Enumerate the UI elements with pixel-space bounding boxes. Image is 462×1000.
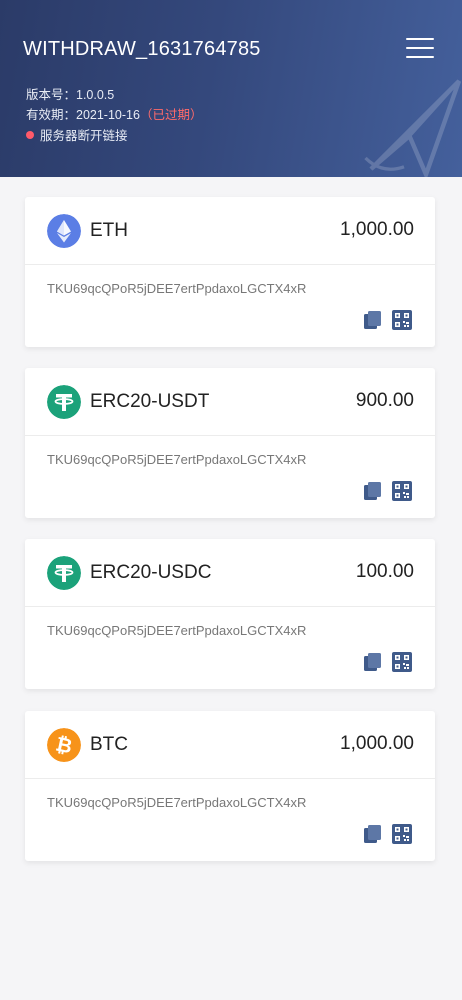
qr-code-icon[interactable] bbox=[392, 481, 412, 501]
coin-name: ERC20-USDT bbox=[90, 391, 210, 412]
coin-amount: 100.00 bbox=[355, 561, 414, 582]
coin-name: ETH bbox=[90, 220, 128, 241]
paper-plane-watermark-icon bbox=[364, 79, 462, 177]
server-status: 服务器断开链接 bbox=[26, 125, 128, 144]
copy-icon[interactable] bbox=[362, 481, 382, 501]
expired-badge: （已过期） bbox=[139, 108, 203, 122]
copy-icon[interactable] bbox=[362, 310, 382, 330]
expiry-text: 有效期：2021-10-16（已过期） bbox=[26, 104, 202, 123]
wallet-card-btc[interactable]: ₿ BTC 1,000.00 TKU69qcQPoR5jDEE7ertPpdax… bbox=[25, 711, 435, 861]
coin-amount: 1,000.00 bbox=[340, 219, 414, 240]
app-header: WITHDRAW_1631764785 版本号：1.0.0.5 有效期：2021… bbox=[0, 0, 462, 177]
qr-code-icon[interactable] bbox=[392, 824, 412, 844]
hamburger-menu-icon[interactable] bbox=[406, 36, 436, 60]
qr-code-icon[interactable] bbox=[392, 652, 412, 672]
card-header: ERC20-USDT 900.00 bbox=[25, 368, 435, 436]
wallet-address: TKU69qcQPoR5jDEE7ertPpdaxoLGCTX4xR bbox=[47, 281, 307, 296]
copy-icon[interactable] bbox=[362, 652, 382, 672]
usdt-icon bbox=[47, 385, 81, 419]
btc-icon: ₿ bbox=[47, 728, 81, 762]
card-header: ERC20-USDC 100.00 bbox=[25, 539, 435, 607]
coin-amount: 1,000.00 bbox=[340, 733, 414, 754]
expiry-date: 有效期：2021-10-16 bbox=[26, 108, 140, 122]
status-dot-icon bbox=[26, 130, 34, 139]
version-text: 版本号：1.0.0.5 bbox=[26, 88, 115, 102]
coin-name: ERC20-USDC bbox=[90, 562, 212, 583]
qr-code-icon[interactable] bbox=[392, 310, 412, 330]
coin-name: BTC bbox=[90, 734, 128, 755]
wallet-card-erc20-usdc[interactable]: ERC20-USDC 100.00 TKU69qcQPoR5jDEE7ertPp… bbox=[25, 539, 435, 689]
eth-icon bbox=[47, 214, 81, 248]
wallet-card-eth[interactable]: ETH 1,000.00 TKU69qcQPoR5jDEE7ertPpdaxoL… bbox=[25, 197, 435, 347]
page-title: WITHDRAW_1631764785 bbox=[23, 38, 261, 60]
card-header: ₿ BTC 1,000.00 bbox=[25, 711, 435, 779]
usdt-icon bbox=[47, 556, 81, 590]
card-header: ETH 1,000.00 bbox=[25, 197, 435, 265]
wallet-address: TKU69qcQPoR5jDEE7ertPpdaxoLGCTX4xR bbox=[47, 795, 307, 810]
copy-icon[interactable] bbox=[362, 824, 382, 844]
wallet-address: TKU69qcQPoR5jDEE7ertPpdaxoLGCTX4xR bbox=[47, 623, 307, 638]
coin-amount: 900.00 bbox=[355, 390, 414, 411]
wallet-card-erc20-usdt[interactable]: ERC20-USDT 900.00 TKU69qcQPoR5jDEE7ertPp… bbox=[25, 368, 435, 518]
wallet-address: TKU69qcQPoR5jDEE7ertPpdaxoLGCTX4xR bbox=[47, 452, 307, 467]
server-status-text: 服务器断开链接 bbox=[40, 129, 128, 143]
